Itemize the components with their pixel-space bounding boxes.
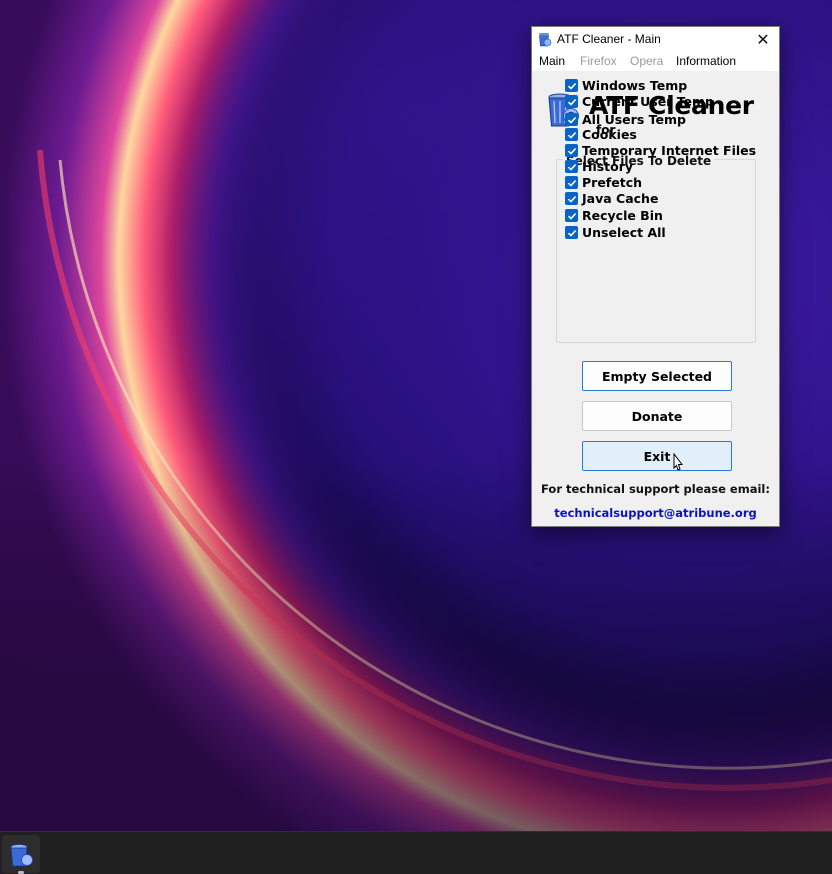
checkbox-row[interactable]: Recycle Bin	[565, 208, 663, 223]
checkmark-icon	[567, 179, 576, 187]
taskbar	[0, 831, 832, 874]
checkbox-label: Current User Temp	[582, 94, 715, 109]
donate-button[interactable]: Donate	[582, 401, 732, 431]
checkbox-label: All Users Temp	[582, 112, 686, 127]
checkmark-icon	[567, 163, 576, 171]
checkbox-label: Windows Temp	[582, 78, 688, 93]
checkmark-icon	[567, 147, 576, 155]
window-title: ATF Cleaner - Main	[557, 32, 661, 46]
menu-information[interactable]: Information	[676, 54, 736, 68]
checkbox[interactable]	[565, 128, 578, 141]
select-files-group: Select Files To Delete Windows Temp Curre…	[556, 78, 756, 343]
taskbar-app-atf-cleaner[interactable]	[2, 835, 40, 874]
checkmark-icon	[567, 229, 576, 237]
recycle-bin-icon	[539, 33, 552, 47]
checkbox[interactable]	[565, 95, 578, 108]
menu-opera[interactable]: Opera	[630, 54, 663, 68]
checkbox-row[interactable]: Unselect All	[565, 225, 666, 240]
empty-selected-button[interactable]: Empty Selected	[582, 361, 732, 391]
checkbox[interactable]	[565, 79, 578, 92]
checkbox-row[interactable]: Temporary Internet Files	[565, 143, 756, 158]
checkmark-icon	[567, 98, 576, 106]
checkbox-label: History	[582, 159, 634, 174]
checkbox-row[interactable]: Current User Temp	[565, 94, 714, 109]
checkbox-row[interactable]: All Users Temp	[565, 112, 686, 127]
checkbox-label: Recycle Bin	[582, 208, 663, 223]
checkmark-icon	[567, 212, 576, 220]
title-bar[interactable]: ATF Cleaner - Main ✕	[532, 27, 779, 51]
checkbox-row[interactable]: Prefetch	[565, 175, 642, 190]
checkbox[interactable]	[565, 192, 578, 205]
checkbox[interactable]	[565, 160, 578, 173]
checkbox[interactable]	[565, 226, 578, 239]
checkmark-icon	[567, 116, 576, 124]
menu-main[interactable]: Main	[539, 54, 565, 68]
checkbox-label: Temporary Internet Files	[582, 143, 757, 158]
checkbox-label: Unselect All	[582, 225, 666, 240]
checkmark-icon	[567, 82, 576, 90]
checkmark-icon	[567, 195, 576, 203]
exit-button[interactable]: Exit	[582, 441, 732, 471]
menu-firefox[interactable]: Firefox	[580, 54, 617, 68]
checkbox[interactable]	[565, 113, 578, 126]
checkbox[interactable]	[565, 209, 578, 222]
checkbox-row[interactable]: History	[565, 159, 633, 174]
close-button[interactable]: ✕	[747, 27, 779, 51]
checkbox-label: Cookies	[582, 127, 637, 142]
checkbox-row[interactable]: Cookies	[565, 127, 637, 142]
close-icon: ✕	[756, 29, 770, 49]
atf-cleaner-icon	[10, 844, 33, 867]
checkbox-label: Prefetch	[582, 175, 643, 190]
support-text: For technical support please email:	[541, 482, 770, 496]
checkmark-icon	[567, 131, 576, 139]
checkbox[interactable]	[565, 144, 578, 157]
checkbox-row[interactable]: Java Cache	[565, 191, 658, 206]
support-email-link[interactable]: technicalsupport@atribune.org	[532, 506, 779, 520]
checkbox-label: Java Cache	[582, 191, 659, 206]
checkbox[interactable]	[565, 176, 578, 189]
mouse-cursor-icon	[673, 453, 684, 471]
atf-cleaner-window: ATF Cleaner - Main ✕ Main Firefox Opera …	[531, 26, 780, 527]
menu-bar: Main Firefox Opera Information	[532, 51, 779, 71]
checkbox-row[interactable]: Windows Temp	[565, 78, 687, 93]
